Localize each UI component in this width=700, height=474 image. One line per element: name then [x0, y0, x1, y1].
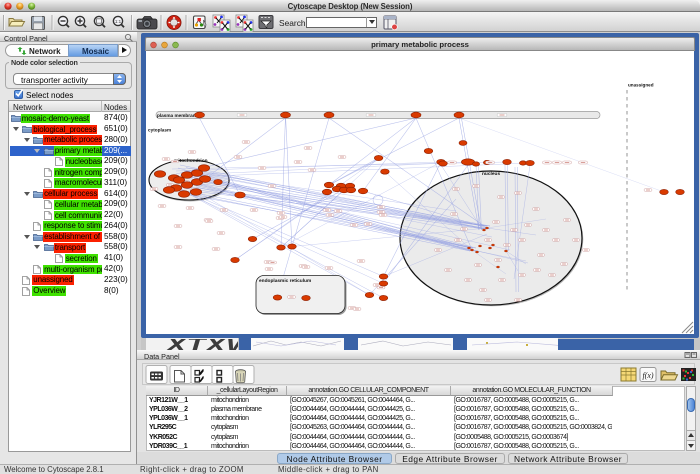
svg-text:f(x): f(x) [642, 371, 653, 380]
